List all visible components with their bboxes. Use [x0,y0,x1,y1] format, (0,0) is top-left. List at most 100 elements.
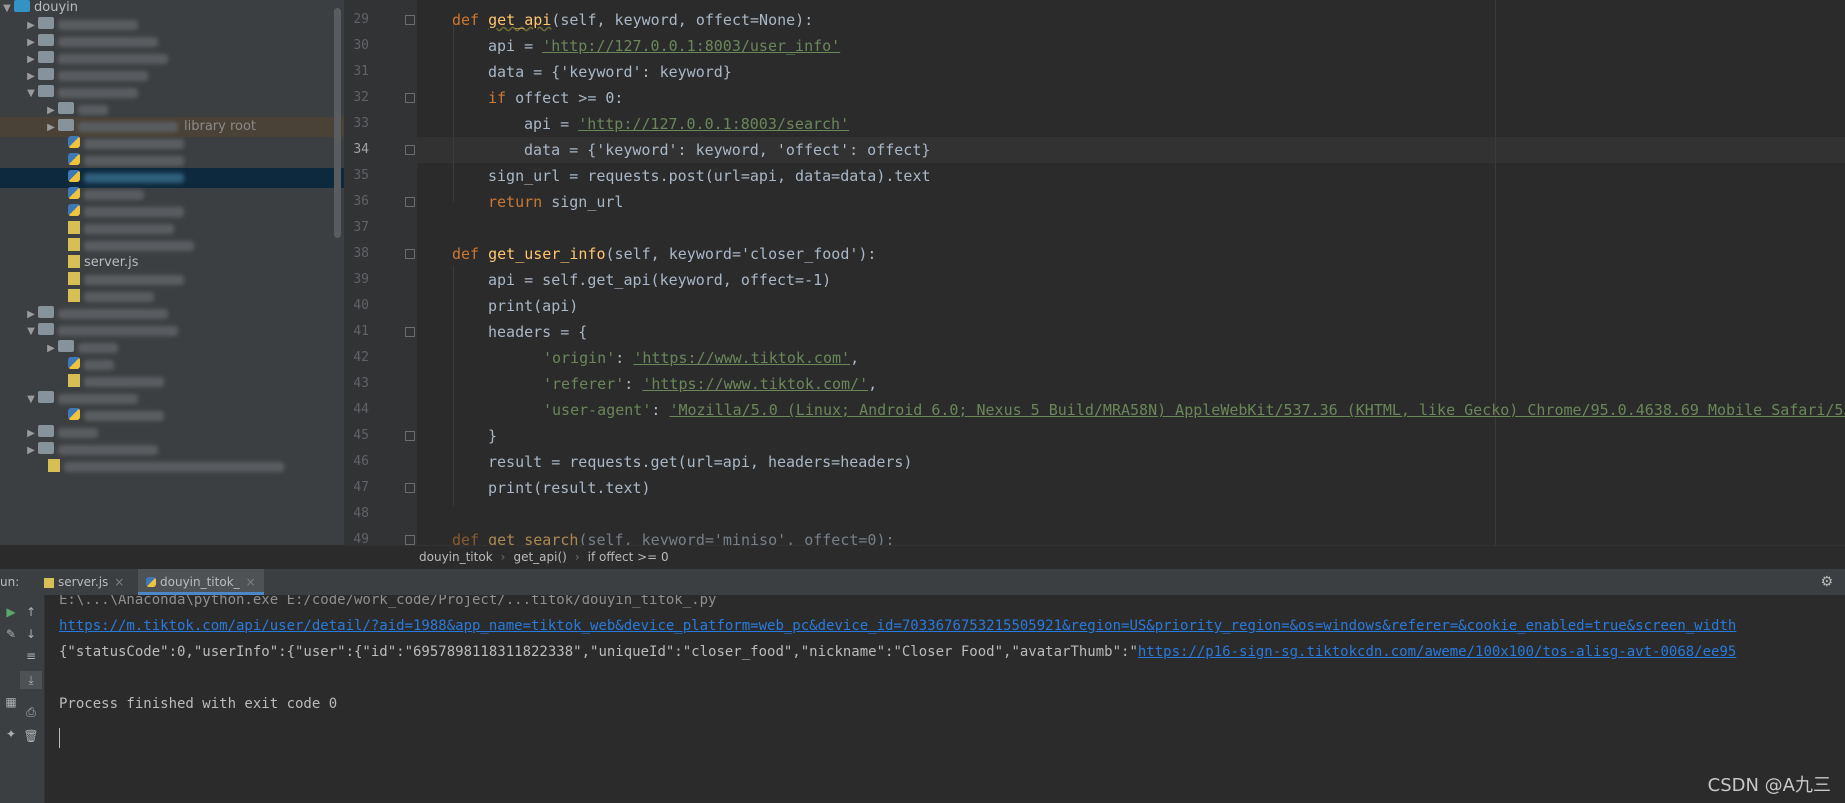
code-line-35[interactable]: sign_url = requests.post(url=api, data=d… [488,163,931,189]
line-number: 45 [353,428,369,443]
line-number: 29 [353,12,369,27]
wrench-icon[interactable]: ✎ [0,625,22,643]
library-root-label: library root [184,119,257,134]
fn-name: get_search [488,531,579,545]
code-editor[interactable]: 29 30 31 32 33 34 35 36 37 38 39 40 41 42 43 44 45 46 47 48… [345,0,1845,545]
text-cursor [59,728,60,748]
code-line-45[interactable]: } [488,423,497,449]
code-line-33[interactable]: api = 'http://127.0.0.1:8003/search' [524,111,849,137]
json-file-icon [68,238,80,251]
line-number: 35 [353,168,369,183]
python-file-icon [68,357,80,369]
code-line-38[interactable]: def get_user_info(self, keyword='closer_… [452,241,876,267]
folder-icon [38,306,54,318]
root-label: douyin [34,0,78,15]
soft-wrap-icon[interactable]: ≡ [20,647,42,665]
code-line-39[interactable]: api = self.get_api(keyword, offect=-1) [488,267,831,293]
string-key: 'origin' [543,349,616,367]
line-number: 41 [353,324,369,339]
fold-marker-icon[interactable] [405,535,415,545]
print-icon[interactable]: ⎙ [20,703,42,721]
fold-marker-icon[interactable] [405,93,415,103]
close-icon[interactable]: × [114,575,124,589]
fold-marker-icon[interactable] [405,15,415,25]
line-number: 32 [353,90,369,105]
console-link[interactable]: https://p16-sign-sg.tiktokcdn.com/aweme/… [1138,644,1736,660]
code-line-29[interactable]: def get_api(self, keyword, offect=None): [452,7,813,33]
code-line-31[interactable]: data = {'keyword': keyword} [488,59,732,85]
run-toolbar: un: server.js × douyin_titok_ × ⚙ [0,568,1845,596]
code-line-36[interactable]: return sign_url [488,189,623,215]
breadcrumb-separator: › [574,550,580,564]
python-file-icon [68,136,80,148]
folder-icon [38,68,54,80]
blurred-name [58,70,148,81]
up-arrow-icon[interactable]: ↑ [20,603,42,621]
tree-file[interactable] [0,457,344,477]
blurred-name [58,87,138,98]
fn-name: get_user_info [488,245,606,263]
close-icon[interactable]: × [246,575,256,589]
folder-icon [14,0,30,12]
code-line-46[interactable]: result = requests.get(url=api, headers=h… [488,449,912,475]
breadcrumb-item[interactable]: get_api() [513,550,566,564]
code-line-47[interactable]: print(result.text) [488,475,651,501]
layout-icon[interactable]: ▦ [0,693,22,711]
fold-marker-icon[interactable] [405,145,415,155]
line-number: 34 [353,142,369,157]
blurred-name [78,104,108,115]
scroll-to-end-icon[interactable]: ⤓ [20,671,42,689]
folder-icon [38,391,54,403]
kw-def: def [452,245,489,263]
line-number: 39 [353,272,369,287]
blurred-name [58,308,168,319]
fold-marker-icon[interactable] [405,431,415,441]
code-line-49[interactable]: def get_search(self, keyword='miniso', o… [452,527,895,545]
pdf-file-icon [48,459,60,472]
tab-douyin-titok[interactable]: douyin_titok_ × [138,569,264,595]
code-text: (self, keyword='closer_food'): [605,245,877,263]
code-line-41[interactable]: headers = { [488,319,587,345]
pin-icon[interactable]: ✦ [0,725,22,743]
code-line-44[interactable]: 'user-agent': 'Mozilla/5.0 (Linux; Andro… [543,397,1845,423]
code-line-30[interactable]: api = 'http://127.0.0.1:8003/user_info' [488,33,840,59]
blurred-name [78,342,118,353]
blurred-name [84,155,184,166]
code-line-40[interactable]: print(api) [488,293,578,319]
run-console[interactable]: E:\...\Anaconda\python.exe E:/code/work_… [45,595,1845,803]
code-text: api = [524,115,579,133]
code-line-34[interactable]: data = {'keyword': keyword, 'offect': of… [524,137,930,163]
code-text: (self, keyword='miniso', offect=0): [578,531,895,545]
python-file-icon [68,170,80,182]
blurred-name [84,240,194,251]
code-line-43[interactable]: 'referer': 'https://www.tiktok.com/', [543,371,877,397]
line-number: 30 [353,38,369,53]
fold-marker-icon[interactable] [405,197,415,207]
code-text: offect >= 0: [515,89,624,107]
fold-marker-icon[interactable] [405,483,415,493]
fold-marker-icon[interactable] [405,249,415,259]
line-number: 42 [353,350,369,365]
folder-icon [58,102,74,114]
js-file-icon [68,255,80,268]
code-line-32[interactable]: if offect >= 0: [488,85,623,111]
breadcrumb-item[interactable]: if offect >= 0 [588,550,669,564]
url-string: 'https://www.tiktok.com' [633,349,851,367]
down-arrow-icon[interactable]: ↓ [20,625,42,643]
folder-icon [38,51,54,63]
gear-icon[interactable]: ⚙ [1820,569,1833,595]
code-line-42[interactable]: 'origin': 'https://www.tiktok.com', [543,345,859,371]
tab-server-js[interactable]: server.js × [36,569,132,595]
breadcrumb-item[interactable]: douyin_titok [419,550,493,564]
line-number: 48 [353,506,369,521]
line-number: 33 [353,116,369,131]
folder-icon [38,17,54,29]
blurred-name [58,53,168,64]
url-string: 'http://127.0.0.1:8003/search' [578,115,850,133]
project-scrollbar[interactable] [334,8,341,238]
trash-icon[interactable]: 🗑 [20,727,42,745]
console-link[interactable]: https://m.tiktok.com/api/user/detail/?ai… [59,618,1736,634]
console-exit-line: Process finished with exit code 0 [59,696,338,712]
rerun-icon[interactable]: ▶ [0,603,22,621]
fold-marker-icon[interactable] [405,327,415,337]
